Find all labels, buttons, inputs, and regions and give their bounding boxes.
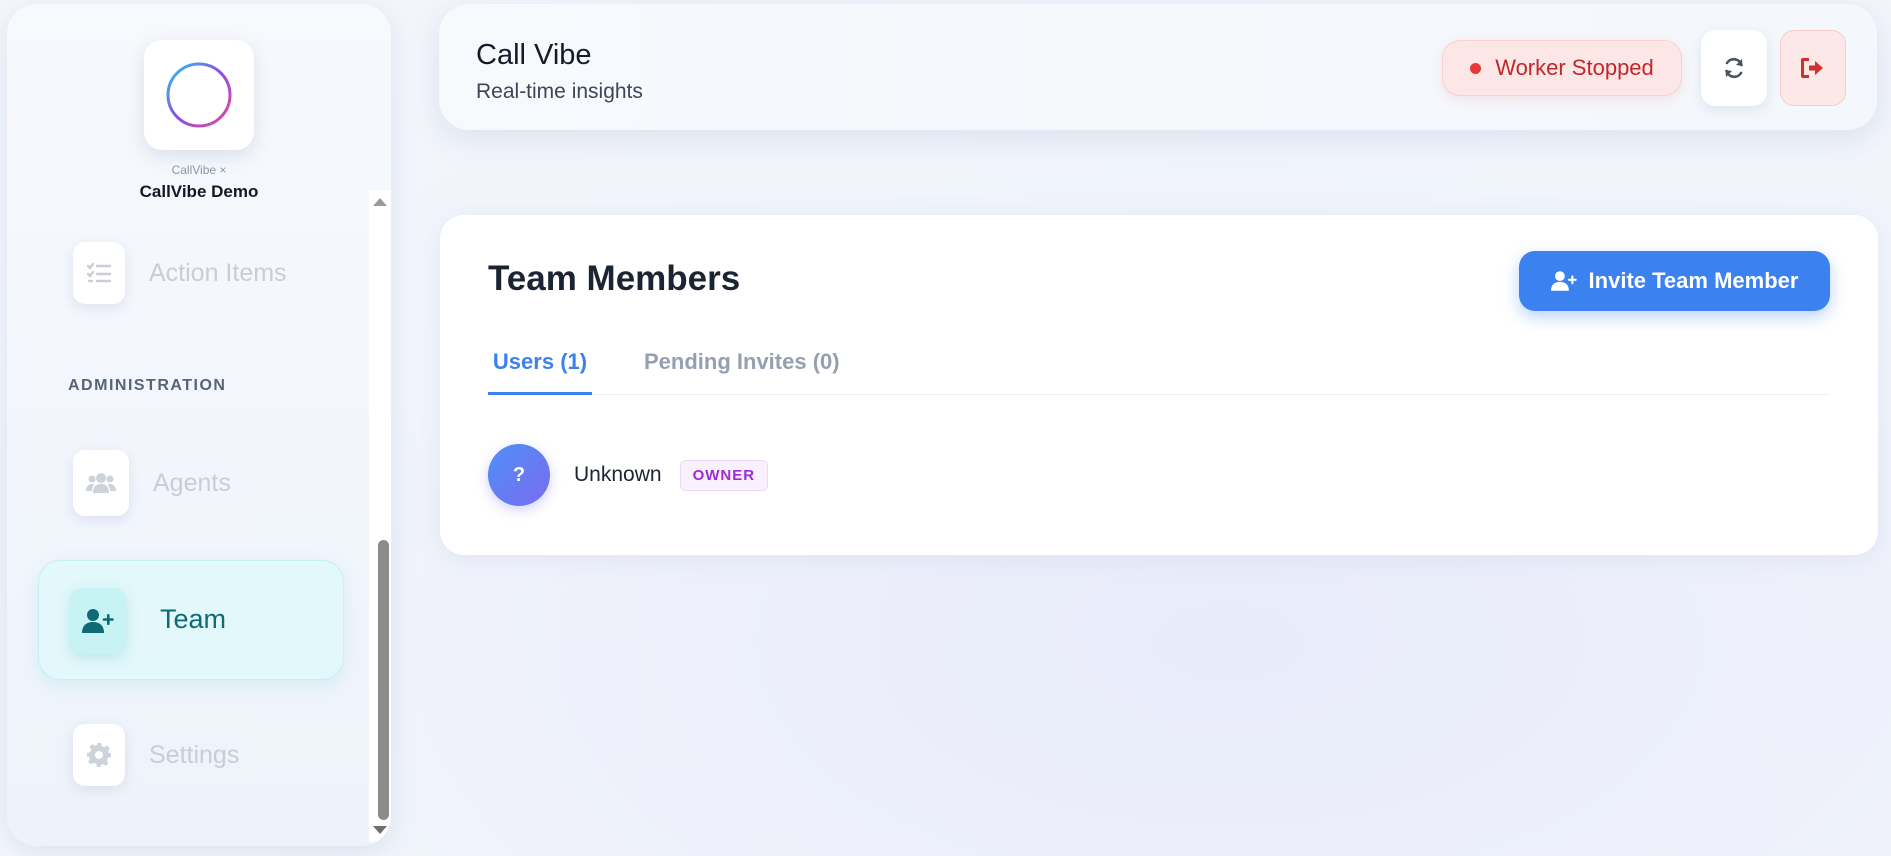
sidebar-item-agents[interactable]: Agents xyxy=(73,450,231,516)
team-members-card: Team Members Invite Team Member Users (1… xyxy=(440,215,1878,555)
tab-users[interactable]: Users (1) xyxy=(488,345,592,395)
refresh-button[interactable] xyxy=(1701,30,1767,106)
scrollbar-thumb[interactable] xyxy=(378,540,389,820)
sidebar-nav: Action Items ADMINISTRATION Agents Team … xyxy=(7,194,367,844)
gear-icon xyxy=(73,724,125,786)
refresh-icon xyxy=(1725,57,1743,79)
worker-status-text: Worker Stopped xyxy=(1495,55,1654,80)
sidebar-item-label: Settings xyxy=(149,740,240,769)
page-title: Team Members xyxy=(488,259,741,298)
sidebar-item-action-items[interactable]: Action Items xyxy=(73,242,287,304)
users-icon xyxy=(73,450,129,516)
tab-pending-invites[interactable]: Pending Invites (0) xyxy=(644,345,840,395)
member-name: Unknown xyxy=(574,463,662,486)
scroll-up-arrow-icon[interactable] xyxy=(373,198,387,206)
sidebar-item-settings[interactable]: Settings xyxy=(73,724,239,786)
worker-status-badge[interactable]: Worker Stopped xyxy=(1442,40,1682,96)
sound-wave-icon xyxy=(166,62,232,128)
invite-button-label: Invite Team Member xyxy=(1588,268,1799,293)
role-badge: OWNER xyxy=(679,459,769,491)
user-plus-icon xyxy=(70,588,126,654)
status-dot-icon xyxy=(1470,62,1482,74)
scroll-down-arrow-icon[interactable] xyxy=(373,826,387,834)
sidebar-item-label: Action Items xyxy=(149,258,287,287)
app-subtitle: Real-time insights xyxy=(476,80,643,103)
sidebar-scrollbar[interactable] xyxy=(369,190,391,842)
sidebar-item-label: Agents xyxy=(153,468,231,497)
invite-team-member-button[interactable]: Invite Team Member xyxy=(1519,251,1830,311)
sidebar: CallVibe × CallVibe Demo Action Items AD… xyxy=(7,4,391,846)
sidebar-item-label: Team xyxy=(160,604,227,634)
logout-button[interactable] xyxy=(1780,30,1846,106)
logout-icon xyxy=(1801,58,1823,78)
brand-logo xyxy=(144,40,254,150)
section-administration: ADMINISTRATION xyxy=(68,377,227,394)
top-header: Call Vibe Real-time insights Worker Stop… xyxy=(439,4,1877,130)
list-check-icon xyxy=(73,242,125,304)
avatar: ? xyxy=(488,444,550,506)
user-plus-icon xyxy=(1550,271,1577,291)
list-item: ? Unknown OWNER xyxy=(488,444,769,506)
member-tabs: Users (1) Pending Invites (0) xyxy=(488,345,1830,395)
app-title: Call Vibe xyxy=(476,39,592,71)
brand-subtitle: CallVibe × xyxy=(171,163,227,177)
sidebar-item-team[interactable]: Team xyxy=(38,560,344,680)
